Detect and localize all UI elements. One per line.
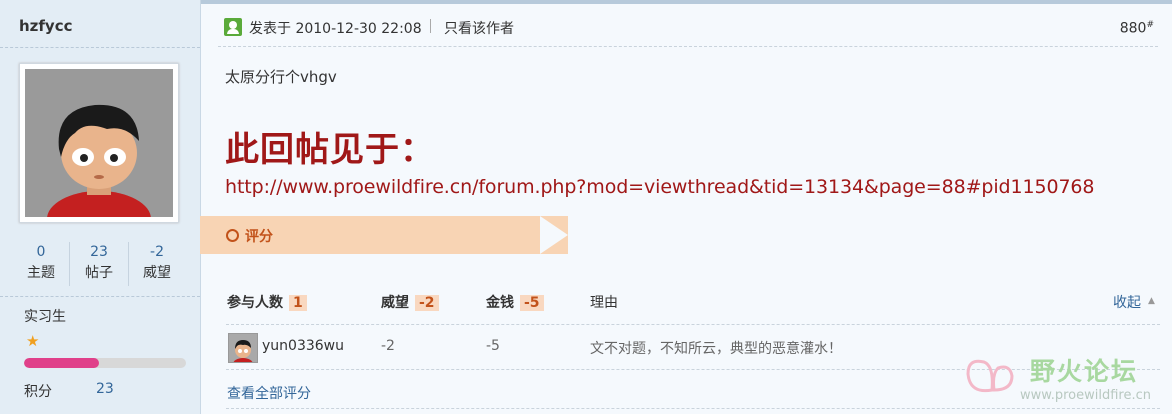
- rater-reason: 文不对题，不知所云，典型的恶意灌水！: [590, 341, 842, 357]
- avatar-image: [25, 69, 173, 217]
- rater-avatar[interactable]: [228, 333, 258, 363]
- participants-header: 参与人数 1: [227, 292, 307, 312]
- circle-icon: [226, 229, 239, 242]
- stat-prestige-label: 威望: [143, 265, 171, 281]
- divider: [0, 47, 200, 48]
- rating-label: 评分: [245, 229, 273, 245]
- prestige-label: 威望: [381, 295, 409, 311]
- prestige-total: -2: [415, 295, 439, 311]
- floor-suffix: #: [1146, 20, 1154, 30]
- divider: [226, 324, 1160, 325]
- stat-posts-value: 23: [90, 244, 108, 260]
- online-user-icon: [224, 18, 242, 36]
- rank-progress-fill: [24, 358, 99, 368]
- stat-topics[interactable]: 0 主题: [12, 242, 70, 282]
- post-header: 发表于 2010-12-30 22:08 只看该作者 880#: [218, 14, 1158, 42]
- floor-number[interactable]: 880#: [1120, 20, 1154, 37]
- participants-label: 参与人数: [227, 295, 283, 311]
- rater-name[interactable]: yun0336wu: [262, 338, 344, 354]
- reply-link[interactable]: http://www.proewildfire.cn/forum.php?mod…: [225, 176, 1095, 198]
- stat-prestige-value: -2: [150, 244, 164, 260]
- stat-posts[interactable]: 23 帖子: [70, 242, 128, 282]
- reason-header: 理由: [590, 295, 618, 311]
- money-total: -5: [520, 295, 544, 311]
- only-author-link[interactable]: 只看该作者: [444, 18, 514, 38]
- pipe-divider: [430, 19, 431, 33]
- floor-value: 880: [1119, 20, 1147, 37]
- rank-progress-bar: [24, 358, 186, 368]
- collapse-link[interactable]: 收起: [1113, 292, 1141, 312]
- stat-prestige: -2 威望: [128, 242, 186, 282]
- prestige-header: 威望 -2: [381, 292, 439, 312]
- stat-posts-label: 帖子: [85, 265, 113, 281]
- author-sidebar: hzfycc 0 主题 23 帖子 -2 威望 实习生 ★ 积分 23: [0, 0, 201, 414]
- view-all-ratings-link[interactable]: 查看全部评分: [227, 383, 311, 403]
- stat-topics-value: 0: [36, 244, 46, 260]
- post-body: 太原分行个vhgv: [225, 68, 337, 86]
- divider: [218, 46, 1158, 47]
- avatar[interactable]: [19, 63, 179, 223]
- post-date: 发表于 2010-12-30 22:08: [249, 21, 422, 37]
- participants-count: 1: [289, 295, 307, 311]
- divider: [0, 296, 200, 297]
- reply-notice-title: 此回帖见于：: [225, 130, 435, 170]
- star-icon: ★: [26, 332, 40, 350]
- chevron-up-icon[interactable]: ▲: [1148, 296, 1155, 306]
- divider: [226, 408, 1160, 409]
- rater-prestige: -2: [381, 338, 395, 354]
- stat-topics-label: 主题: [27, 265, 55, 281]
- watermark-url: www.proewildfire.cn: [1020, 388, 1151, 403]
- money-header: 金钱 -5: [486, 292, 544, 312]
- author-name[interactable]: hzfycc: [19, 17, 73, 35]
- author-stats: 0 主题 23 帖子 -2 威望: [10, 242, 190, 287]
- butterfly-logo-icon: [962, 350, 1024, 400]
- rater-money: -5: [486, 338, 500, 354]
- credit-value: 23: [96, 381, 114, 397]
- watermark-text: 野火论坛: [1030, 357, 1139, 386]
- user-rank[interactable]: 实习生: [24, 306, 66, 326]
- ribbon-notch: [540, 216, 568, 254]
- money-label: 金钱: [486, 295, 514, 311]
- credit-label: 积分: [24, 384, 52, 400]
